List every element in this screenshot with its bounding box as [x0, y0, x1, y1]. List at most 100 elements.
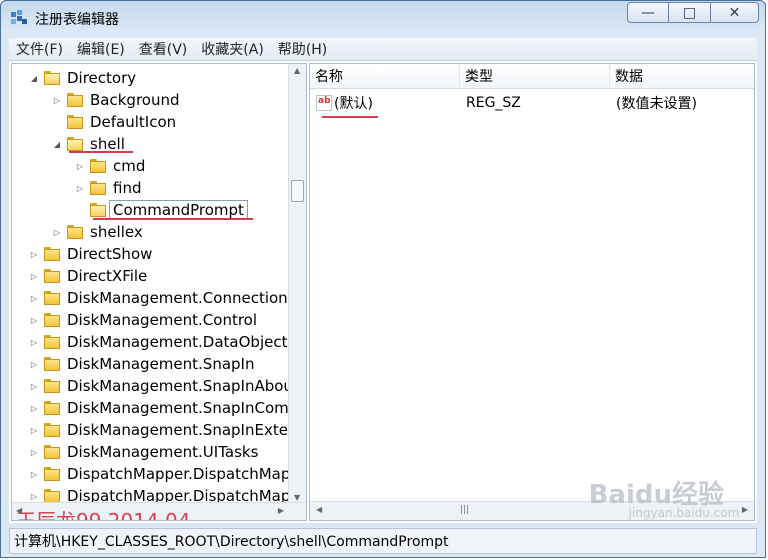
scroll-grip-icon[interactable]: |||	[460, 505, 469, 515]
menu-view[interactable]: 查看(V)	[132, 39, 195, 59]
scroll-down-icon[interactable]: ▼	[294, 493, 300, 502]
menu-bar: 文件(F) 编辑(E) 查看(V) 收藏夹(A) 帮助(H)	[9, 38, 757, 61]
tree-item-label: DiskManagement.SnapIn	[67, 355, 255, 373]
menu-edit[interactable]: 编辑(E)	[70, 39, 132, 59]
folder-icon	[44, 423, 60, 437]
tree-item[interactable]: ▷ DispatchMapper.DispatchMapper	[28, 463, 288, 485]
scroll-up-icon[interactable]: ▲	[294, 66, 300, 75]
column-data[interactable]: 数据	[610, 64, 754, 88]
tree-item[interactable]: ▷ cmd	[74, 155, 145, 177]
tree-item[interactable]: ▷ DiskManagement.Connection	[28, 287, 288, 309]
collapsed-arrow-icon[interactable]: ▷	[74, 160, 86, 172]
collapsed-arrow-icon[interactable]: ▷	[28, 402, 40, 414]
maximize-icon: □	[682, 4, 697, 21]
tree-item[interactable]: DefaultIcon	[51, 111, 176, 133]
value-name-cell: ab (默认)	[316, 92, 456, 114]
folder-icon	[44, 291, 60, 305]
tree-item-label: DefaultIcon	[90, 113, 177, 131]
collapsed-arrow-icon[interactable]: ▷	[28, 314, 40, 326]
close-icon: ✕	[728, 4, 741, 21]
title-bar[interactable]: 注册表编辑器 — □ ✕	[1, 1, 765, 35]
tree-item[interactable]: ▷ find	[74, 177, 142, 199]
baidu-url: jingyan.baidu.com	[628, 506, 740, 520]
scroll-thumb[interactable]	[291, 180, 304, 202]
main-content: ◢ Directory ▷ Background DefaultIcon ◢ shell ▷ c…	[9, 61, 757, 523]
expanded-arrow-icon[interactable]: ◢	[51, 138, 63, 150]
tree-item-label: DiskManagement.SnapInAbout	[67, 377, 288, 395]
tree-item[interactable]: ▷ DirectShow	[28, 243, 152, 265]
collapsed-arrow-icon[interactable]: ▷	[28, 468, 40, 480]
tree-vertical-scrollbar[interactable]: ▲ ▼	[288, 64, 306, 504]
collapsed-arrow-icon[interactable]: ▷	[28, 446, 40, 458]
column-header: 名称 类型 数据	[310, 64, 754, 89]
tree-item-label: CommandPrompt	[109, 200, 248, 220]
folder-icon	[44, 71, 60, 85]
folder-icon	[44, 445, 60, 459]
tree-item[interactable]: ▷ Background	[51, 89, 180, 111]
column-name[interactable]: 名称	[310, 64, 460, 88]
collapsed-arrow-icon[interactable]: ▷	[28, 490, 40, 502]
tree-item-label: DirectShow	[67, 245, 153, 263]
scroll-left-icon[interactable]: ◀	[16, 506, 22, 515]
menu-favorites[interactable]: 收藏夹(A)	[194, 39, 271, 59]
collapsed-arrow-icon[interactable]: ▷	[28, 292, 40, 304]
tree-item[interactable]: ▷ DiskManagement.SnapInExtension	[28, 419, 288, 441]
value-type: REG_SZ	[466, 95, 521, 111]
tree-item-label: DiskManagement.SnapInComponent	[67, 399, 288, 417]
tree-item[interactable]: ▷ DirectXFile	[28, 265, 147, 287]
expanded-arrow-icon[interactable]: ◢	[28, 72, 40, 84]
collapsed-arrow-icon[interactable]: ▷	[28, 336, 40, 348]
tree-item[interactable]: ◢ Directory	[28, 67, 136, 89]
column-name-label: 名称	[315, 69, 343, 85]
minimize-icon: —	[641, 4, 655, 21]
folder-icon	[44, 313, 60, 327]
folder-icon	[67, 93, 83, 107]
annotation-underline-default	[322, 116, 378, 118]
tree-item[interactable]: ▷ DiskManagement.UITasks	[28, 441, 258, 463]
tree-item[interactable]: ▷ DiskManagement.Control	[28, 309, 257, 331]
tree-item[interactable]: ▷ shellex	[51, 221, 143, 243]
tree-item-label: DispatchMapper.DispatchMapper	[67, 465, 288, 483]
value-data: (数值未设置)	[616, 96, 697, 112]
scroll-left-icon[interactable]: ◀	[316, 505, 322, 514]
collapsed-arrow-icon[interactable]: ▷	[51, 226, 63, 238]
regedit-icon	[11, 10, 27, 24]
column-type[interactable]: 类型	[460, 64, 610, 88]
registry-editor-window: 注册表编辑器 — □ ✕ 文件(F) 编辑(E) 查看(V) 收藏夹(A) 帮助…	[0, 0, 766, 558]
table-row[interactable]: ab (默认) REG_SZ (数值未设置)	[310, 92, 754, 114]
folder-icon	[44, 357, 60, 371]
tree-item[interactable]: ▷ DiskManagement.DataObject	[28, 331, 288, 353]
scroll-right-icon[interactable]: ▶	[742, 505, 748, 514]
minimize-button[interactable]: —	[627, 2, 669, 23]
tree-item-label: DiskManagement.UITasks	[67, 443, 259, 461]
collapsed-arrow-icon[interactable]: ▷	[28, 358, 40, 370]
tree-item[interactable]: ▷ DiskManagement.SnapInComponent	[28, 397, 288, 419]
tree-item-label: DiskManagement.Control	[67, 311, 258, 329]
tree-item[interactable]: ▷ DiskManagement.SnapInAbout	[28, 375, 288, 397]
tree-item-label: DiskManagement.DataObject	[67, 333, 288, 351]
folder-icon	[90, 203, 106, 217]
folder-icon	[44, 247, 60, 261]
folder-icon	[90, 159, 106, 173]
menu-help[interactable]: 帮助(H)	[271, 39, 334, 59]
maximize-button[interactable]: □	[669, 2, 711, 23]
collapsed-arrow-icon[interactable]: ▷	[51, 94, 63, 106]
close-button[interactable]: ✕	[711, 2, 759, 23]
menu-file[interactable]: 文件(F)	[9, 39, 70, 59]
column-data-label: 数据	[615, 69, 643, 85]
scroll-right-icon[interactable]: ▶	[278, 506, 284, 515]
folder-icon	[67, 115, 83, 129]
tree-horizontal-scrollbar[interactable]: ◀ ▶	[12, 502, 306, 520]
collapsed-arrow-icon[interactable]: ▷	[28, 248, 40, 260]
string-value-icon: ab	[316, 95, 332, 111]
collapsed-arrow-icon[interactable]: ▷	[28, 380, 40, 392]
folder-icon	[44, 401, 60, 415]
tree-item-label: shellex	[90, 223, 143, 241]
tree-item[interactable]: ▷ DiskManagement.SnapIn	[28, 353, 255, 375]
window-title: 注册表编辑器	[35, 12, 119, 28]
annotation-underline-shell	[69, 151, 133, 153]
collapsed-arrow-icon[interactable]: ▷	[28, 270, 40, 282]
collapsed-arrow-icon[interactable]: ▷	[74, 182, 86, 194]
tree-item-label: DirectXFile	[67, 267, 148, 285]
collapsed-arrow-icon[interactable]: ▷	[28, 424, 40, 436]
